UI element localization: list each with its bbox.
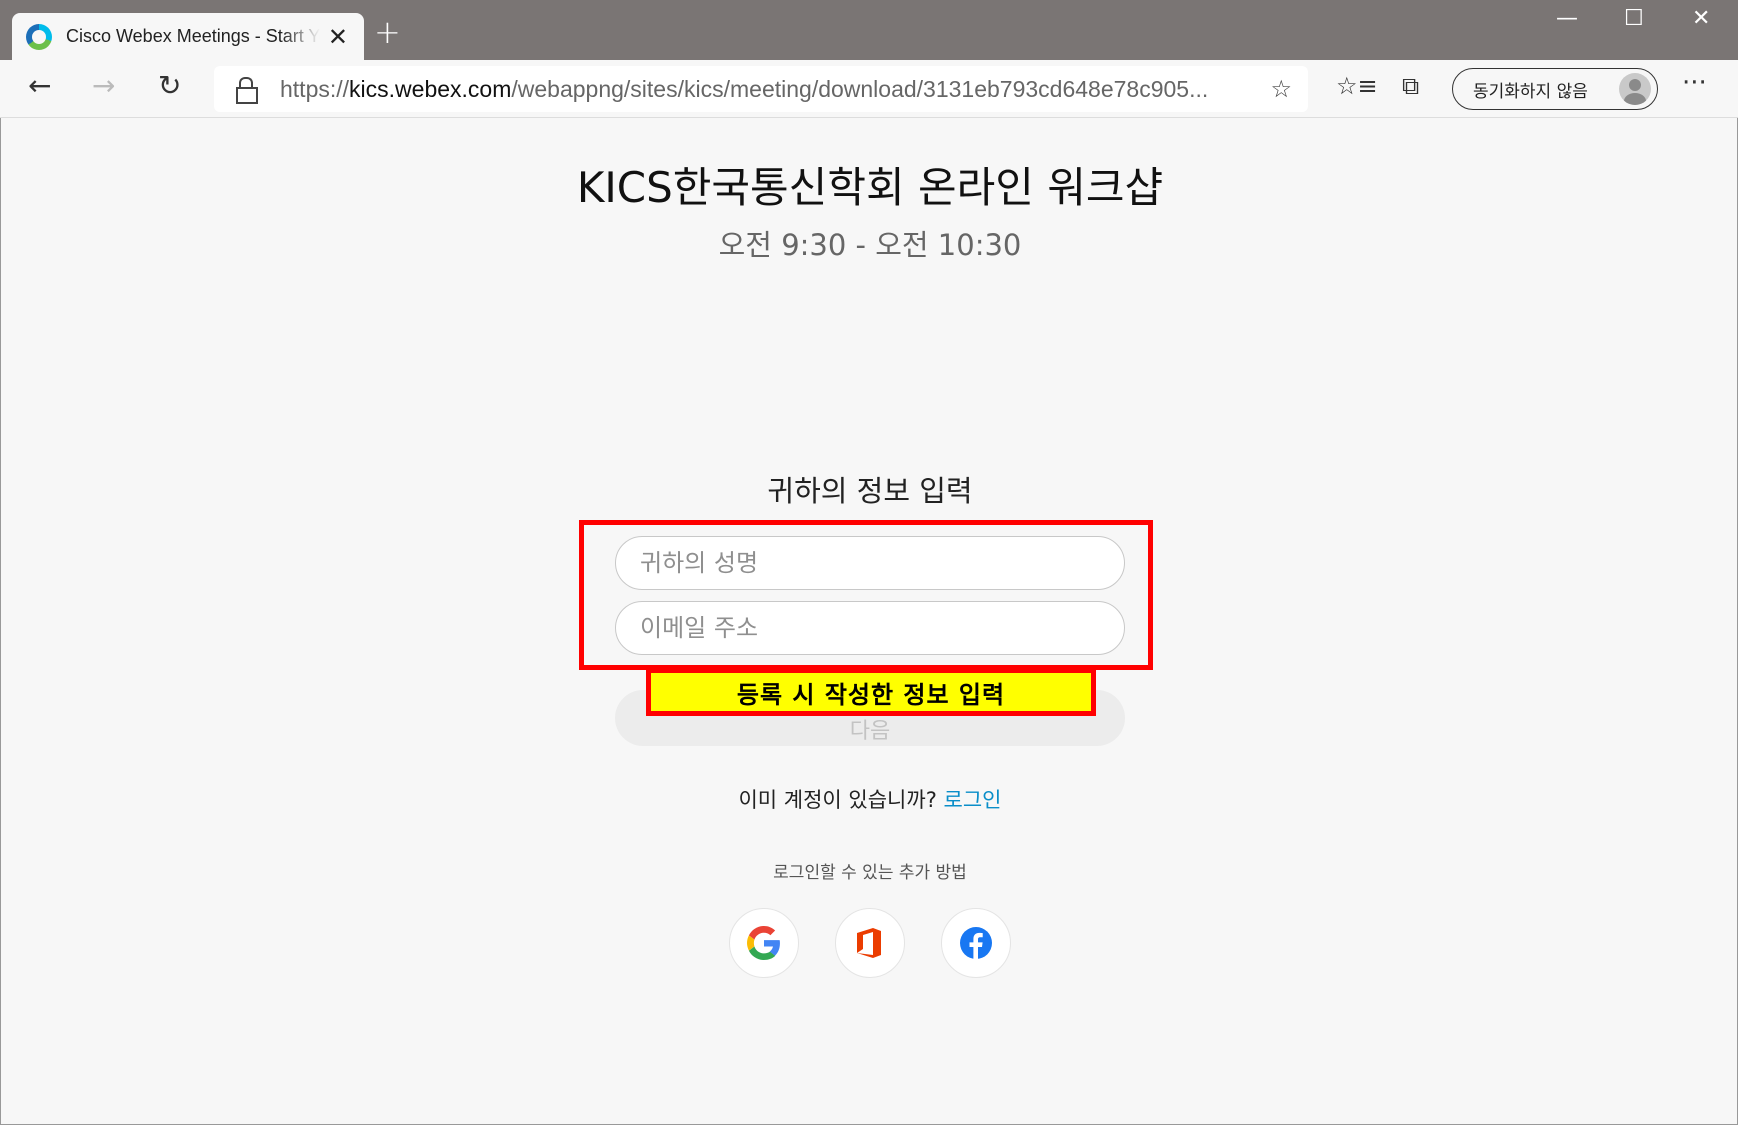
google-login-button[interactable]	[729, 908, 799, 978]
webex-icon	[26, 23, 52, 50]
collections-icon[interactable]: ⧉	[1402, 74, 1419, 98]
meeting-title: KICS한국통신학회 온라인 워크샵	[576, 163, 1164, 212]
browser-toolbar: ← → ↻ https://kics.webex.com/webappng/si…	[0, 60, 1738, 118]
meeting-time: 오전 9:30 - 오전 10:30	[718, 228, 1022, 262]
favorites-icon[interactable]: ☆≡	[1336, 74, 1378, 98]
more-icon[interactable]: ···	[1682, 68, 1707, 98]
account-prompt: 이미 계정이 있습니까?	[738, 788, 937, 812]
close-tab-icon[interactable]: ✕	[328, 25, 348, 49]
address-bar[interactable]: https://kics.webex.com/webappng/sites/ki…	[214, 66, 1308, 112]
forward-arrow-icon[interactable]: →	[92, 72, 115, 100]
account-prompt-line: 이미 계정이 있습니까? 로그인	[1, 784, 1738, 814]
form-heading: 귀하의 정보 입력	[767, 474, 973, 508]
email-field[interactable]	[615, 601, 1125, 655]
login-link[interactable]: 로그인	[944, 788, 1002, 812]
lock-icon[interactable]	[236, 77, 258, 104]
facebook-icon	[960, 927, 992, 959]
url-text[interactable]: https://kics.webex.com/webappng/sites/ki…	[280, 76, 1256, 103]
refresh-icon[interactable]: ↻	[158, 72, 181, 100]
new-tab-button[interactable]: +	[374, 16, 401, 48]
close-window-icon[interactable]: ✕	[1692, 8, 1710, 30]
tab-title: Cisco Webex Meetings - Start Your Meetin…	[66, 26, 320, 46]
alt-login-label: 로그인할 수 있는 추가 방법	[773, 863, 967, 883]
name-field[interactable]	[615, 536, 1125, 590]
browser-titlebar: Cisco Webex Meetings - Start Your Meetin…	[0, 0, 1738, 60]
maximize-icon[interactable]: ☐	[1624, 8, 1644, 30]
page-content: KICS한국통신학회 온라인 워크샵 오전 9:30 - 오전 10:30 귀하…	[0, 118, 1738, 1125]
minimize-icon[interactable]: —	[1556, 8, 1578, 30]
google-icon	[747, 926, 780, 960]
office-login-button[interactable]	[835, 908, 905, 978]
browser-tab[interactable]: Cisco Webex Meetings - Start Your Meetin…	[12, 13, 364, 60]
back-arrow-icon[interactable]: ←	[28, 72, 51, 100]
facebook-login-button[interactable]	[941, 908, 1011, 978]
sync-label: 동기화하지 않음	[1473, 81, 1588, 102]
profile-sync-button[interactable]: 동기화하지 않음	[1452, 68, 1658, 110]
avatar	[1619, 73, 1651, 105]
annotation-callout: 등록 시 작성한 정보 입력	[646, 668, 1096, 716]
office-icon	[857, 928, 881, 958]
star-icon[interactable]: ☆	[1270, 75, 1292, 103]
